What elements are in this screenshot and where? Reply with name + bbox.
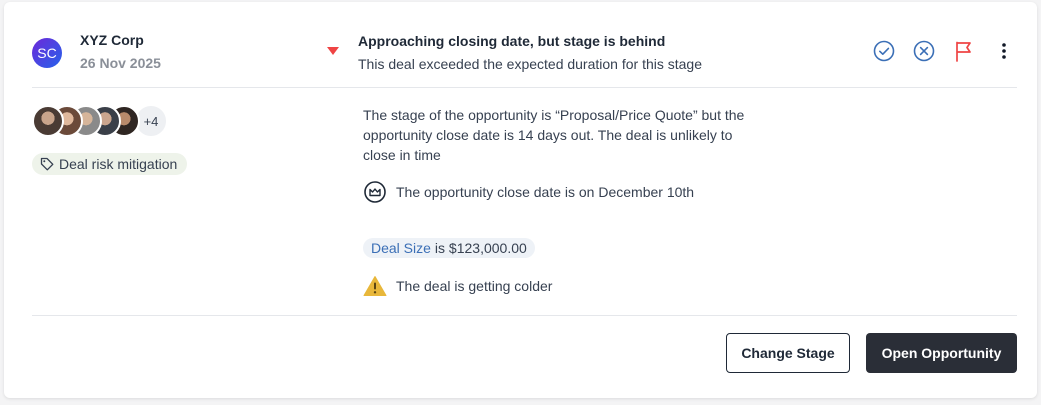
crown-circle-icon xyxy=(364,181,386,203)
tag-icon xyxy=(40,157,54,171)
close-date-row: The opportunity close date is on Decembe… xyxy=(363,180,694,204)
more-options-button[interactable] xyxy=(992,39,1016,63)
open-opportunity-button[interactable]: Open Opportunity xyxy=(866,333,1017,373)
check-circle-icon xyxy=(873,40,895,62)
alert-subtitle: This deal exceeded the expected duration… xyxy=(358,56,702,72)
warning-row: The deal is getting colder xyxy=(363,275,552,297)
footer-divider xyxy=(32,315,1017,316)
deal-size-label[interactable]: Deal Size xyxy=(371,240,431,256)
avatar: SC xyxy=(32,38,62,68)
warning-text: The deal is getting colder xyxy=(396,278,553,294)
vertical-dots-icon xyxy=(1002,43,1006,59)
alert-title: Approaching closing date, but stage is b… xyxy=(358,33,666,49)
deal-size-value: is $123,000.00 xyxy=(434,240,527,256)
warning-icon xyxy=(363,276,387,296)
change-stage-button[interactable]: Change Stage xyxy=(726,333,850,373)
dismiss-button[interactable] xyxy=(912,39,936,63)
risk-description: The stage of the opportunity is “Proposa… xyxy=(363,107,745,163)
flag-icon xyxy=(956,41,971,62)
close-circle-icon xyxy=(913,40,935,62)
header-divider xyxy=(32,87,1017,88)
participant-avatars: +4 xyxy=(32,105,167,137)
approve-button[interactable] xyxy=(872,39,896,63)
flag-button[interactable] xyxy=(952,39,976,63)
deal-alert-card: SC XYZ Corp 26 Nov 2025 Approaching clos… xyxy=(4,2,1037,398)
deal-date: 26 Nov 2025 xyxy=(80,55,161,71)
close-date-text: The opportunity close date is on Decembe… xyxy=(396,184,695,200)
deal-tag[interactable]: Deal risk mitigation xyxy=(32,153,188,175)
participant-avatar[interactable] xyxy=(32,105,64,137)
caret-down-icon xyxy=(327,47,339,55)
deal-size-chip: Deal Size is $123,000.00 xyxy=(363,238,535,258)
deal-tag-label: Deal risk mitigation xyxy=(59,156,178,172)
company-name: XYZ Corp xyxy=(80,32,144,48)
